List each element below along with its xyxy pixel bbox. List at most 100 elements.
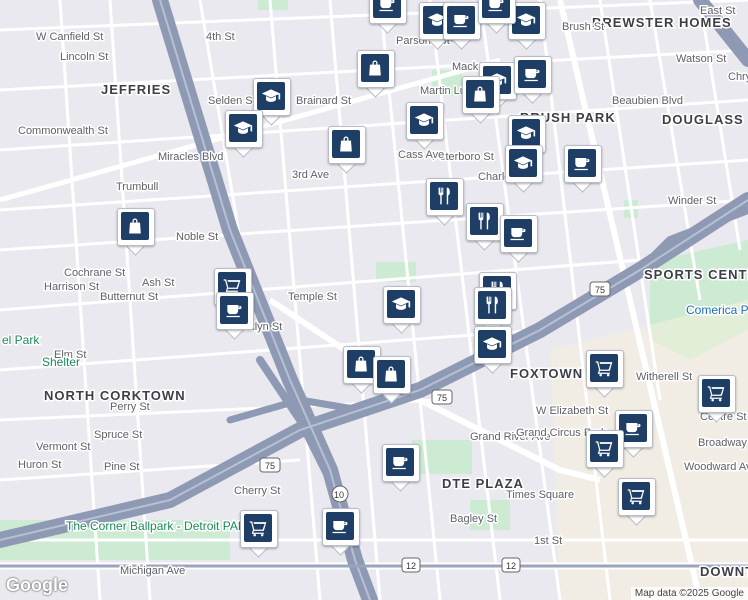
area-label-jeffries: JEFFRIES	[101, 82, 171, 97]
school-icon	[512, 119, 540, 147]
shopping-bag-icon	[466, 80, 494, 108]
map-attribution[interactable]: Map data ©2025 Google	[630, 587, 748, 600]
map-marker[interactable]	[373, 356, 411, 404]
map-marker[interactable]	[564, 145, 602, 193]
svg-text:75: 75	[595, 285, 605, 295]
poi-label: el Park	[2, 333, 40, 347]
street-label: Commonwealth St	[18, 125, 108, 137]
street-label: Times Square	[506, 489, 574, 501]
street-label: 4th St	[206, 31, 235, 43]
area-label-foxtown: FOXTOWN	[510, 366, 583, 381]
shopping-cart-icon	[590, 354, 618, 382]
street-label: Noble St	[176, 231, 218, 243]
school-icon	[512, 6, 540, 34]
map-marker[interactable]	[462, 76, 500, 124]
map-marker[interactable]	[618, 478, 656, 526]
highway-shield: 75	[259, 457, 281, 473]
street-label: Cass Ave	[398, 149, 444, 161]
map-marker[interactable]	[240, 510, 278, 558]
map-marker[interactable]	[406, 102, 444, 150]
cafe-icon	[326, 512, 354, 540]
map-marker[interactable]	[117, 208, 155, 256]
highway-shield: 12	[401, 557, 421, 573]
street-label: Chrysler Dr	[728, 71, 748, 83]
shopping-bag-icon	[361, 54, 389, 82]
street-label: Spruce St	[94, 429, 142, 441]
street-label: Harrison St	[44, 281, 99, 293]
map-marker[interactable]	[383, 286, 421, 334]
street-label: Broadway St	[698, 437, 748, 449]
street-label: Lincoln St	[60, 51, 108, 63]
map-marker[interactable]	[426, 178, 464, 226]
street-label: Selden St	[208, 95, 256, 107]
map-marker[interactable]	[357, 50, 395, 98]
area-label-sports-center: SPORTS CENTER	[644, 267, 748, 282]
highway-shield: 75	[431, 389, 453, 405]
shopping-bag-icon	[121, 212, 149, 240]
map-marker[interactable]	[474, 326, 512, 374]
svg-text:12: 12	[506, 561, 516, 571]
svg-text:12: 12	[406, 561, 416, 571]
street-label: Ash St	[142, 277, 174, 289]
map-marker[interactable]	[466, 203, 504, 251]
area-label-douglass: DOUGLASS	[662, 112, 744, 127]
street-label: Temple St	[288, 291, 337, 303]
shopping-cart-icon	[590, 434, 618, 462]
map-marker[interactable]	[505, 145, 543, 193]
street-label: Trumbull	[116, 181, 158, 193]
street-label: Perry St	[110, 401, 150, 413]
shopping-bag-icon	[332, 130, 360, 158]
street-label: Woodward Ave	[684, 461, 748, 473]
map-marker[interactable]	[328, 126, 366, 174]
cafe-icon	[504, 219, 532, 247]
map-marker[interactable]	[369, 0, 407, 34]
school-icon	[229, 114, 257, 142]
map-marker[interactable]	[225, 110, 263, 158]
street-label: Brainard St	[296, 95, 351, 107]
highway-shield: 12	[501, 557, 521, 573]
map-marker[interactable]	[500, 215, 538, 263]
street-label: Winder St	[668, 195, 716, 207]
area-label-brewster-homes: BREWSTER HOMES	[592, 15, 732, 30]
poi-label: The Corner Ballpark - Detroit PAL HQ	[66, 519, 265, 533]
shopping-bag-icon	[347, 350, 375, 378]
cafe-icon	[220, 296, 248, 324]
restaurant-icon	[478, 291, 506, 319]
poi-label: Comerica Park	[686, 303, 748, 317]
area-label-downtown-detroit: DOWNTOWN DETROIT	[700, 564, 748, 579]
highway-shield: 75	[589, 281, 611, 297]
street-label: Watson St	[676, 53, 726, 65]
school-icon	[387, 290, 415, 318]
map-marker[interactable]	[382, 444, 420, 492]
cafe-icon	[386, 448, 414, 476]
highway-shield: 10	[331, 485, 349, 503]
street-label: Butternut St	[100, 291, 158, 303]
street-label: Vermont St	[36, 441, 90, 453]
google-logo: Google	[6, 575, 68, 595]
school-icon	[257, 82, 285, 110]
street-label: Bagley St	[450, 513, 497, 525]
map-marker[interactable]	[443, 2, 481, 50]
street-label: Huron St	[18, 459, 61, 471]
school-icon	[410, 106, 438, 134]
map-marker[interactable]	[478, 0, 516, 34]
restaurant-icon	[470, 207, 498, 235]
shopping-cart-icon	[622, 482, 650, 510]
school-icon	[478, 330, 506, 358]
map-marker[interactable]	[322, 508, 360, 556]
poi-label: Shelter	[42, 355, 80, 369]
street-label: East St	[700, 5, 735, 17]
street-label: Brush St	[562, 21, 604, 33]
map-marker[interactable]	[586, 350, 624, 398]
street-label: 1st St	[534, 535, 562, 547]
map-marker[interactable]	[698, 375, 736, 423]
map-marker[interactable]	[216, 292, 254, 340]
cafe-icon	[568, 149, 596, 177]
map-marker[interactable]	[586, 430, 624, 478]
shopping-bag-icon	[377, 360, 405, 388]
map-marker[interactable]	[514, 56, 552, 104]
street-label: Pine St	[104, 461, 139, 473]
school-icon	[509, 149, 537, 177]
street-label: W Canfield St	[36, 31, 103, 43]
cafe-icon	[482, 0, 510, 18]
